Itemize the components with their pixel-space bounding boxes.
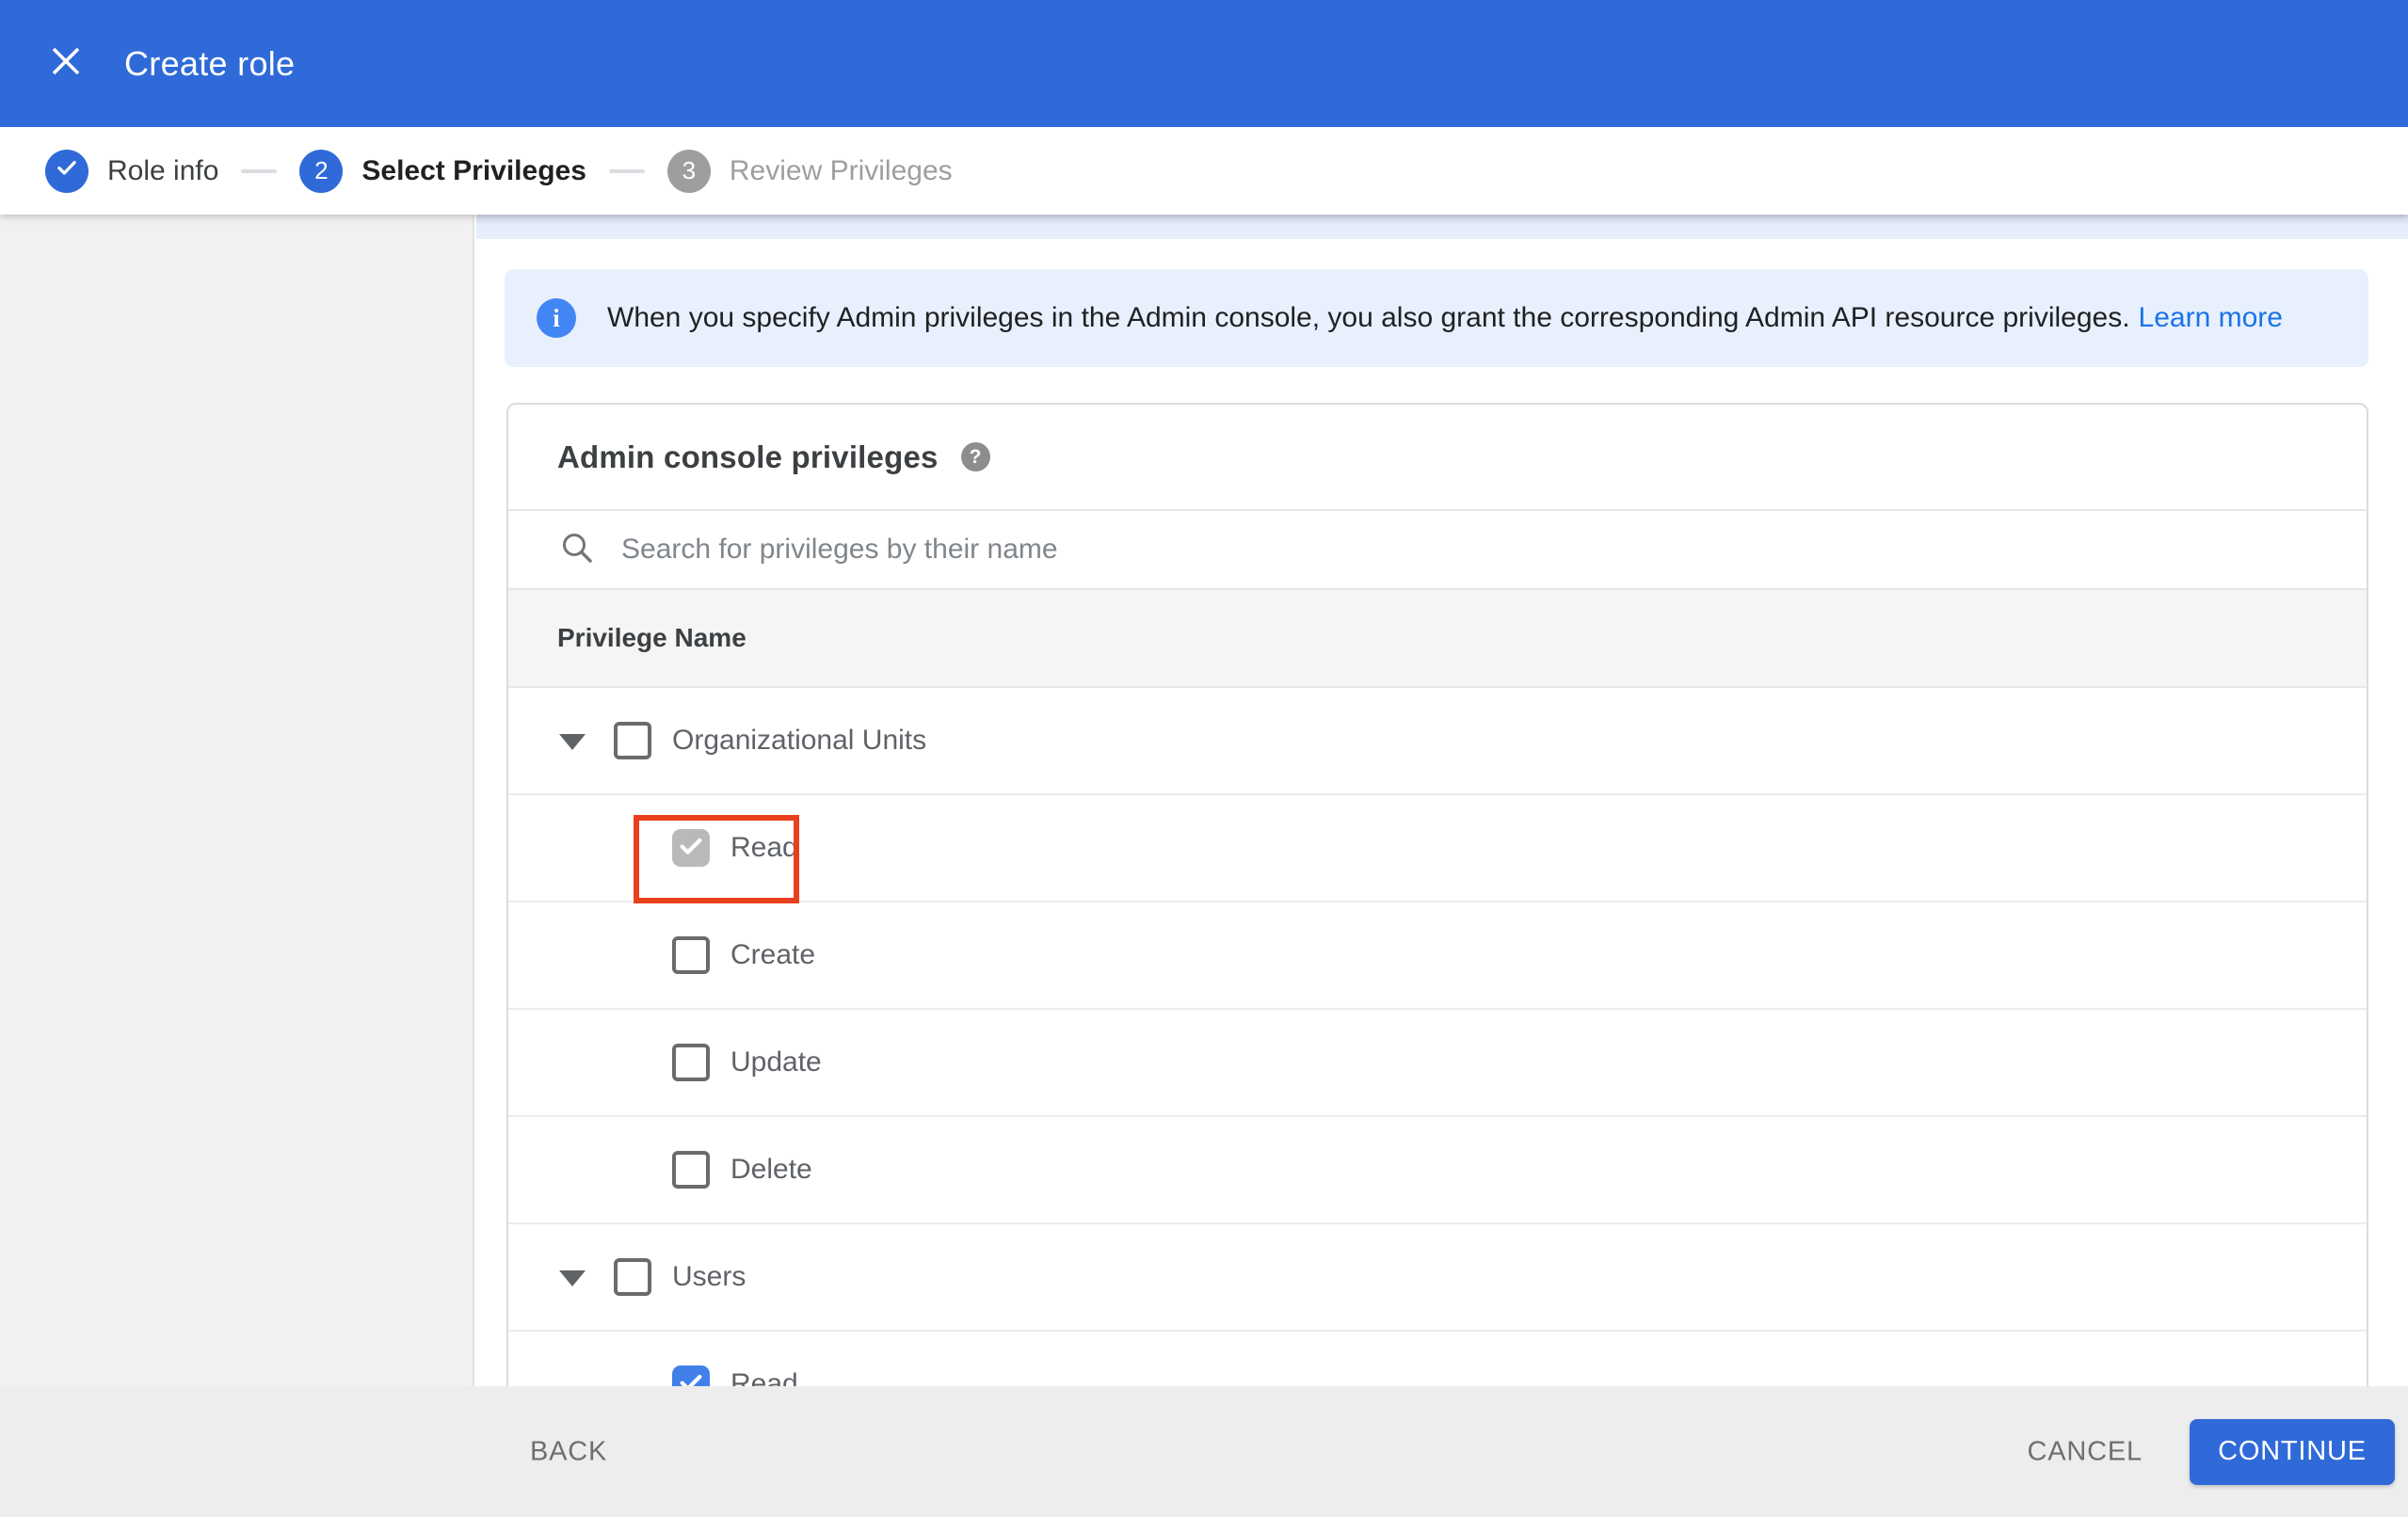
close-icon <box>50 45 82 82</box>
check-icon <box>676 1367 706 1386</box>
collapse-triangle-icon[interactable] <box>559 734 586 750</box>
help-icon[interactable]: ? <box>960 442 990 471</box>
privilege-label: Users <box>672 1261 746 1292</box>
table-header: Privilege Name <box>508 588 2367 688</box>
search-input[interactable] <box>621 534 2033 566</box>
info-icon: i <box>537 298 576 338</box>
step-connector <box>608 168 645 173</box>
checkbox-users-read-checked[interactable] <box>672 1365 710 1386</box>
step-number: 2 <box>314 156 329 184</box>
collapse-triangle-icon[interactable] <box>559 1270 586 1286</box>
table-header-label: Privilege Name <box>557 623 746 652</box>
cancel-button[interactable]: CANCEL <box>2028 1436 2143 1467</box>
card-title: Admin console privileges <box>557 439 939 474</box>
step-connector <box>241 168 278 173</box>
privilege-row-create: Create <box>508 902 2367 1010</box>
content-pane: i When you specify Admin privileges in t… <box>476 215 2408 1386</box>
step-review-privileges[interactable]: 3 Review Privileges <box>666 149 953 193</box>
privilege-row-users-read: Read <box>508 1332 2367 1386</box>
step-select-privileges[interactable]: 2 Select Privileges <box>299 149 586 193</box>
back-button[interactable]: BACK <box>530 1436 607 1467</box>
app-bar: Create role <box>0 0 2408 127</box>
step-number-circle: 3 <box>666 149 711 193</box>
step-label: Select Privileges <box>361 154 586 186</box>
checkbox-delete[interactable] <box>672 1151 710 1189</box>
privilege-label: Update <box>730 1046 822 1078</box>
step-number: 3 <box>682 156 697 184</box>
privilege-row-delete: Delete <box>508 1117 2367 1224</box>
footer-bar: BACK CANCEL CONTINUE <box>0 1386 2408 1517</box>
info-banner-text: When you specify Admin privileges in the… <box>607 302 2130 333</box>
check-icon <box>55 155 79 186</box>
card-title-row: Admin console privileges ? <box>508 405 2367 511</box>
continue-button[interactable]: CONTINUE <box>2190 1418 2395 1485</box>
learn-more-link[interactable]: Learn more <box>2139 302 2283 334</box>
privilege-label: Read <box>730 1368 798 1386</box>
checkbox-read-checked-disabled[interactable] <box>672 829 710 867</box>
privilege-row-users: Users <box>508 1224 2367 1332</box>
checkbox-users[interactable] <box>614 1258 651 1296</box>
dialog-body: i When you specify Admin privileges in t… <box>0 215 2408 1386</box>
scrolled-element-edge <box>476 215 2408 239</box>
search-row <box>508 511 2367 588</box>
page-title: Create role <box>124 43 296 83</box>
admin-privileges-card: Admin console privileges ? Privilege Nam… <box>506 403 2368 1386</box>
stepper: Role info 2 Select Privileges 3 Review P… <box>0 127 2408 215</box>
checkbox-create[interactable] <box>672 936 710 974</box>
privilege-row-update: Update <box>508 1010 2367 1117</box>
check-icon <box>676 831 706 866</box>
checkbox-organizational-units[interactable] <box>614 722 651 759</box>
create-role-dialog: Create role Role info 2 Select Privilege… <box>0 0 2408 1517</box>
privilege-label: Read <box>730 832 798 863</box>
info-banner: i When you specify Admin privileges in t… <box>505 269 2368 367</box>
step-label: Review Privileges <box>729 154 953 186</box>
step-role-info[interactable]: Role info <box>45 149 219 193</box>
step-label: Role info <box>107 154 219 186</box>
left-sidebar <box>0 215 474 1386</box>
search-icon <box>559 530 595 570</box>
privilege-label: Delete <box>730 1154 812 1185</box>
step-completed-circle <box>45 149 88 193</box>
checkbox-update[interactable] <box>672 1044 710 1081</box>
step-number-circle: 2 <box>299 149 344 193</box>
privilege-label: Organizational Units <box>672 725 927 756</box>
privilege-row-organizational-units: Organizational Units <box>508 688 2367 795</box>
privilege-label: Create <box>730 939 816 970</box>
close-button[interactable] <box>43 0 88 127</box>
privilege-row-read: Read <box>508 795 2367 903</box>
